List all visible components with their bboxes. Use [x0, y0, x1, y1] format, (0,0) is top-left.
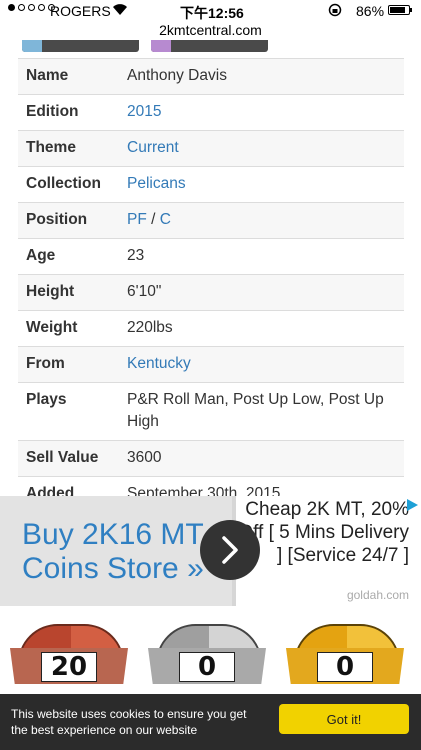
- silver-count: 0: [179, 652, 235, 682]
- player-info-table: Name Anthony Davis Edition 2015 Theme Cu…: [18, 58, 404, 513]
- table-row: Sell Value 3600: [18, 441, 404, 477]
- row-label: Plays: [26, 391, 67, 408]
- gold-badge: 0: [286, 624, 404, 700]
- gold-count: 0: [317, 652, 373, 682]
- ad-domain: goldah.com: [346, 588, 409, 602]
- player-card-thumbnail[interactable]: [22, 40, 139, 52]
- row-label: Weight: [26, 319, 78, 336]
- row-label: Sell Value: [26, 449, 99, 466]
- player-card-thumbnail[interactable]: [151, 40, 268, 52]
- cookie-message: This website uses cookies to ensure you …: [11, 707, 247, 737]
- table-row: Theme Current: [18, 131, 404, 167]
- row-label: Height: [26, 283, 75, 300]
- table-row: Weight 220lbs: [18, 311, 404, 347]
- ad-open-button[interactable]: [200, 520, 260, 580]
- cookie-accept-button[interactable]: Got it!: [279, 704, 409, 734]
- status-bar: ROGERS 下午12:56 86%: [0, 0, 421, 22]
- collection-link[interactable]: Pelicans: [127, 175, 186, 192]
- battery-percent: 86%: [356, 3, 385, 19]
- row-label: From: [26, 355, 65, 372]
- row-label: Collection: [26, 175, 101, 192]
- sell-value: 3600: [127, 449, 162, 466]
- silver-badge: 0: [148, 624, 266, 700]
- table-row: Height 6'10": [18, 275, 404, 311]
- player-name: Anthony Davis: [127, 67, 227, 84]
- status-time: 下午12:56: [180, 5, 244, 21]
- bronze-badge: 20: [10, 624, 128, 700]
- edition-link[interactable]: 2015: [127, 103, 161, 120]
- bronze-count: 20: [41, 652, 97, 682]
- advertisement-banner[interactable]: Buy 2K16 MT Coins Store » Cheap 2K MT, 2…: [0, 496, 421, 606]
- table-row: Collection Pelicans: [18, 167, 404, 203]
- ad-headline[interactable]: Buy 2K16 MT Coins Store »: [22, 518, 222, 586]
- wifi-icon: [113, 4, 127, 15]
- position-c-link[interactable]: C: [160, 211, 171, 228]
- signal-strength-icon: [8, 4, 55, 11]
- table-row: From Kentucky: [18, 347, 404, 383]
- chevron-right-icon: [222, 536, 238, 564]
- table-row: Position PF / C: [18, 203, 404, 239]
- row-label: Position: [26, 211, 88, 228]
- ad-copy[interactable]: Cheap 2K MT, 20% Off [ 5 Mins Delivery ]…: [234, 498, 409, 567]
- table-row: Age 23: [18, 239, 404, 275]
- position-pf-link[interactable]: PF: [127, 211, 147, 228]
- weight-value: 220lbs: [127, 319, 173, 336]
- table-row: Name Anthony Davis: [18, 59, 404, 95]
- url-bar[interactable]: 2kmtcentral.com: [0, 22, 421, 42]
- rotation-lock-icon: [328, 3, 342, 17]
- table-row: Edition 2015: [18, 95, 404, 131]
- from-link[interactable]: Kentucky: [127, 355, 191, 372]
- row-label: Theme: [26, 139, 76, 156]
- row-label: Edition: [26, 103, 79, 120]
- row-label: Name: [26, 67, 69, 84]
- theme-link[interactable]: Current: [127, 139, 179, 156]
- height-value: 6'10": [127, 283, 162, 300]
- position-separator: /: [151, 211, 156, 228]
- row-label: Age: [26, 247, 56, 264]
- battery-icon: [388, 5, 412, 15]
- carrier-name: ROGERS: [50, 3, 111, 19]
- cookie-consent-bar: This website uses cookies to ensure you …: [0, 694, 421, 750]
- age-value: 23: [127, 247, 145, 264]
- adchoices-icon[interactable]: [405, 498, 419, 512]
- table-row: Plays P&R Roll Man, Post Up Low, Post Up…: [18, 383, 404, 441]
- plays-value: P&R Roll Man, Post Up Low, Post Up High: [127, 391, 384, 430]
